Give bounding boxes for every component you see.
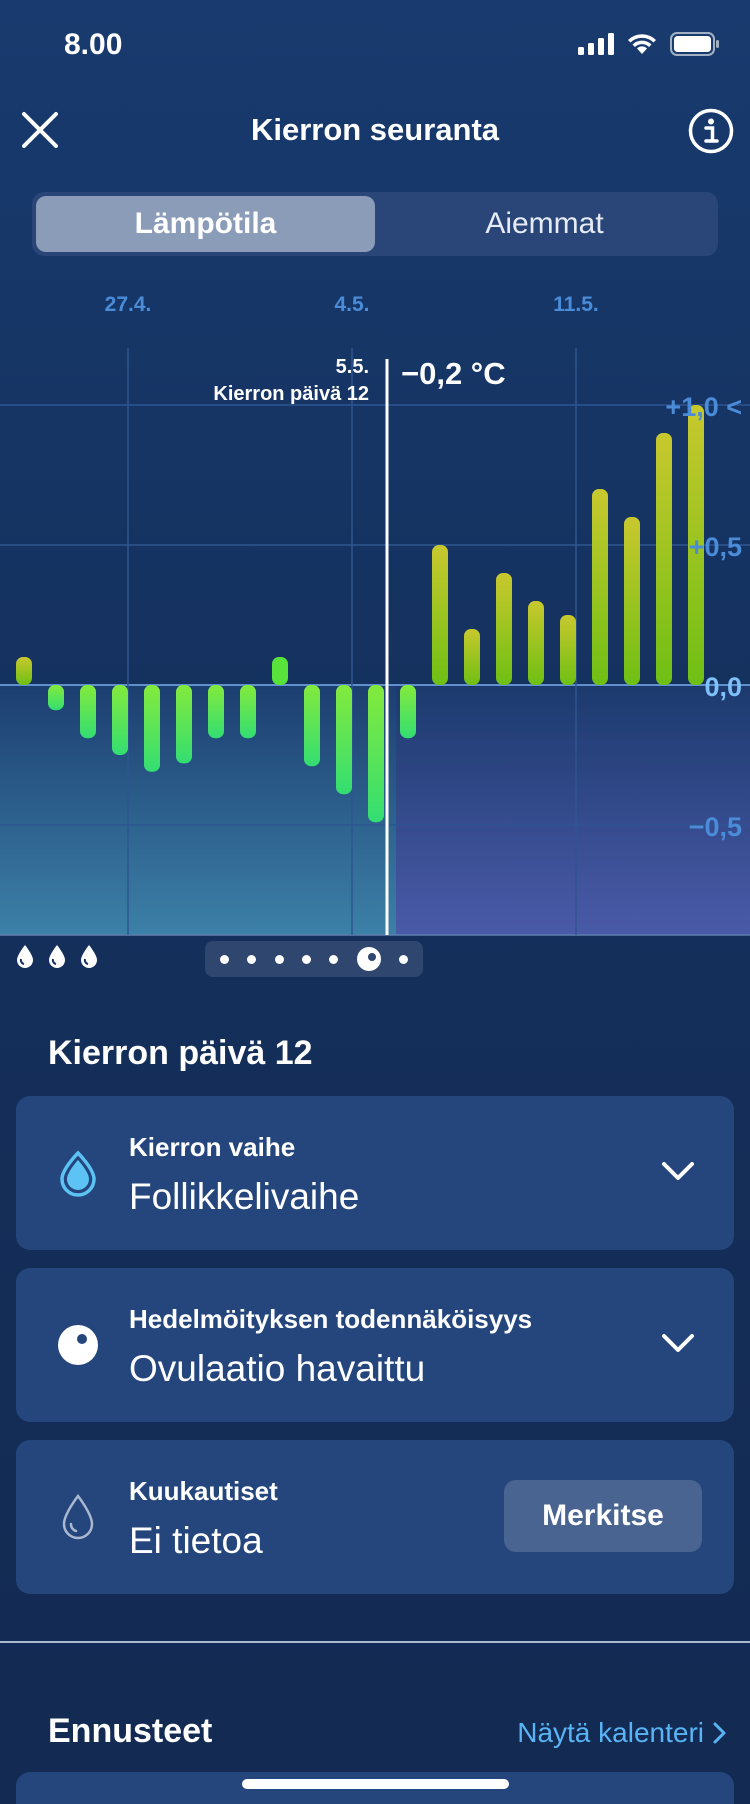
temperature-bar [560,615,576,685]
temperature-chart[interactable]: +1,0 < +0,5 0,0 −0,5 27.4. 4.5. 11.5. 5.5. Kierr… [0,280,750,940]
chevron-right-icon [713,1722,726,1744]
tab-temperature[interactable]: Lämpötila [36,196,375,252]
temperature-bar [400,685,416,739]
temperature-bar [304,685,320,767]
signal-icon [578,33,614,55]
section-divider [0,1641,750,1643]
temperature-bar [624,517,640,685]
drop-icon [17,945,33,968]
mark-period-button[interactable]: Merkitse [504,1480,702,1552]
temperature-bar [176,685,192,764]
temperature-bar [336,685,352,795]
temperature-bar [656,433,672,685]
view-segmented-control: Lämpötila Aiemmat [32,192,718,256]
status-time: 8.00 [64,28,123,61]
chevron-down-icon[interactable] [660,1326,696,1362]
y-tick-label: 0,0 [704,672,742,702]
selected-value-label: −0,2 °C [401,356,506,391]
cycle-phase-card[interactable]: Kierron vaihe Follikkelivaihe [16,1096,734,1250]
status-icons [578,32,720,56]
temperature-bar [240,685,256,739]
temperature-bar [112,685,128,755]
x-tick-label: 27.4. [105,293,152,316]
temperature-bar [144,685,160,772]
temperature-bar [496,573,512,685]
nav-bar: Kierron seuranta [0,92,750,172]
temperature-bar [48,685,64,711]
temperature-bar [80,685,96,739]
temperature-bar [432,545,448,685]
temperature-bar [368,685,384,823]
cycle-tracking-screen: 8.00 Kierron seuranta Lämpötila Aiemmat … [0,0,750,1804]
temperature-bar [208,685,224,739]
drop-outline-icon [50,1489,106,1545]
forecast-title: Ennusteet [48,1712,213,1750]
cycle-phase-label: Kierron vaihe [129,1132,296,1162]
show-calendar-link[interactable]: Näytä kalenteri [517,1717,728,1749]
period-label: Kuukautiset [129,1476,278,1506]
pager-dot-current[interactable] [356,947,381,971]
period-card: Kuukautiset Ei tietoa Merkitse [16,1440,734,1594]
wifi-icon [628,34,656,54]
page-title: Kierron seuranta [250,112,500,147]
shaded-region-future [396,685,750,935]
pager-dot[interactable] [329,954,339,964]
pager-dot[interactable] [247,954,257,964]
fertility-value: Ovulaatio havaittu [129,1348,426,1389]
y-tick-label: +1,0 < [665,392,742,422]
show-calendar-label: Näytä kalenteri [517,1717,704,1748]
temperature-bar [16,657,32,685]
period-value: Ei tietoa [129,1520,263,1561]
cycle-day-title: Kierron päivä 12 [48,1034,313,1072]
pager-dot[interactable] [301,954,311,964]
x-tick-label: 11.5. [553,293,599,316]
period-drops [16,944,98,968]
battery-icon [670,32,719,56]
temperature-bar [272,657,288,685]
y-tick-label: −0,5 [689,812,742,842]
home-indicator [242,1779,509,1789]
pager-dot[interactable] [274,954,284,964]
pager-dot[interactable] [398,954,408,964]
chevron-down-icon[interactable] [660,1154,696,1190]
drop-icon [49,945,65,968]
x-tick-label: 4.5. [334,293,369,316]
egg-icon [50,1317,106,1373]
cycle-phase-value: Follikkelivaihe [129,1176,360,1217]
tab-history[interactable]: Aiemmat [375,196,714,252]
pager-dot[interactable] [220,954,230,964]
temperature-bar [592,489,608,685]
fertility-label: Hedelmöityksen todennäköisyys [129,1304,533,1334]
fertility-card[interactable]: Hedelmöityksen todennäköisyys Ovulaatio … [16,1268,734,1422]
drop-icon [81,945,97,968]
y-tick-label: +0,5 [689,532,742,562]
day-pager[interactable] [205,941,423,977]
selected-day-label: Kierron päivä 12 [213,383,369,405]
status-bar: 8.00 [0,0,750,92]
temperature-bar [528,601,544,685]
temperature-bar [464,629,480,685]
temperature-chart-svg[interactable]: +1,0 < +0,5 0,0 −0,5 27.4. 4.5. 11.5. 5.5. Kierr… [0,280,750,940]
info-icon[interactable] [688,108,734,154]
drop-filled-icon [50,1145,106,1201]
selected-date-label: 5.5. [336,356,369,378]
